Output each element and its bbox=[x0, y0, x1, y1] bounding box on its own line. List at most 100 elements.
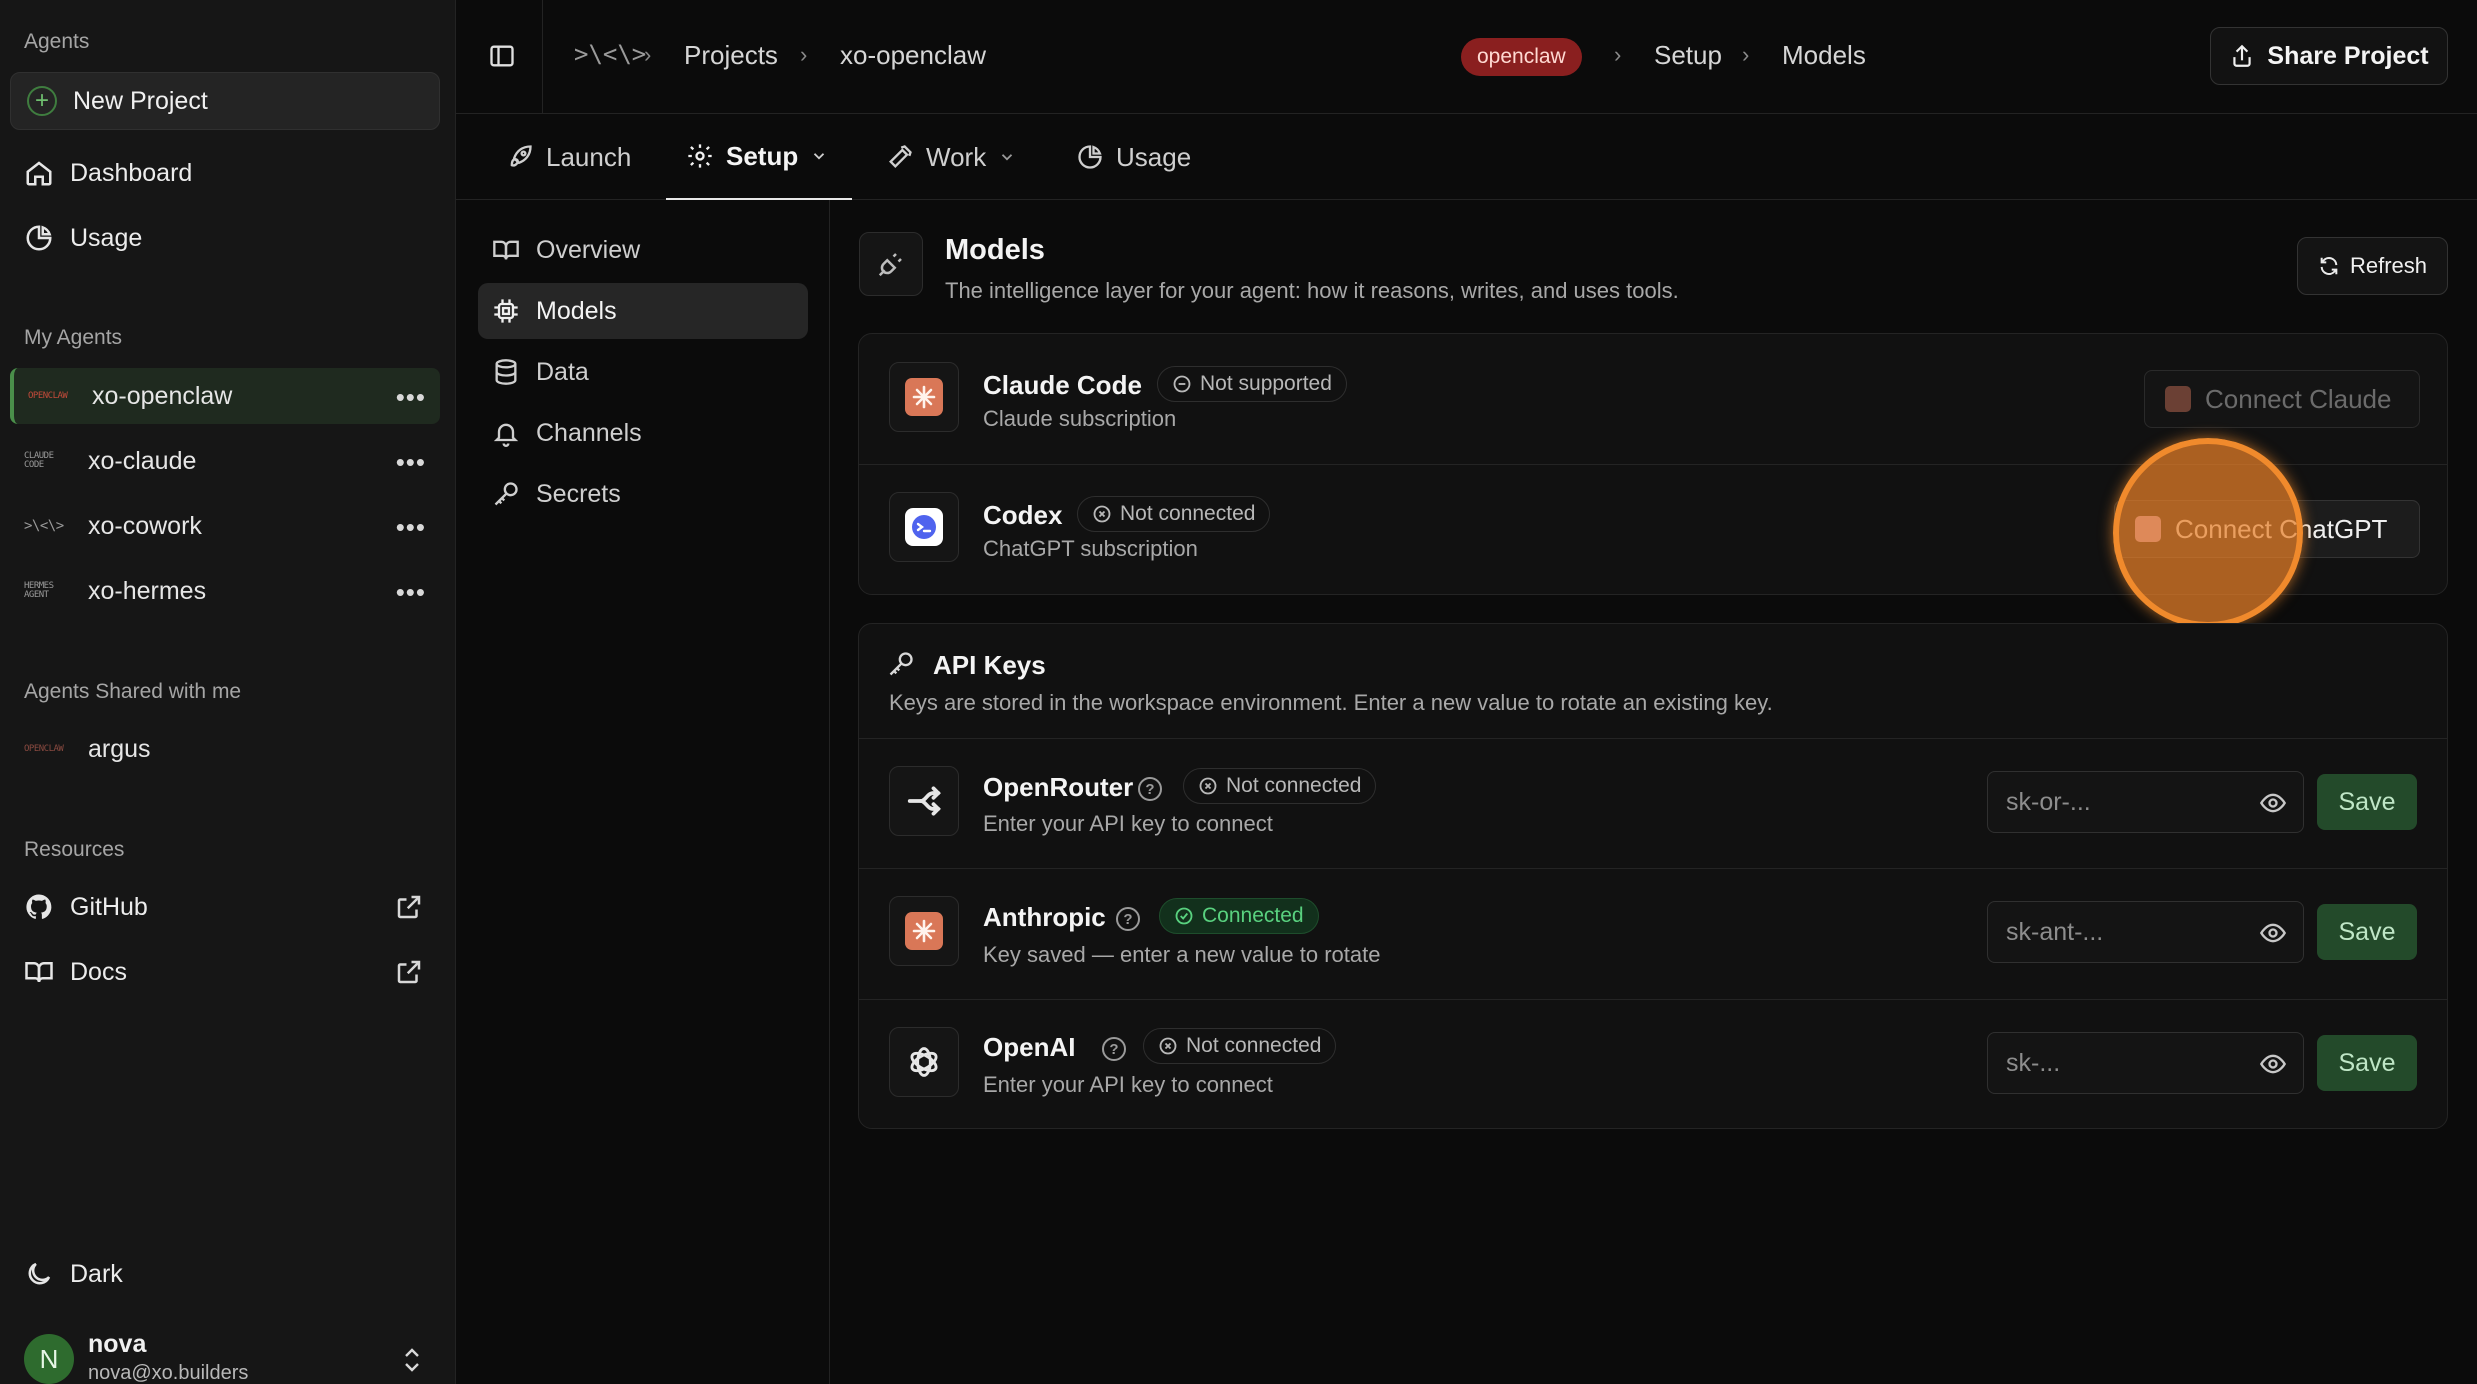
provider-name: Claude Code bbox=[983, 370, 1142, 400]
agent-item-xo-hermes[interactable]: HERMES AGENT xo-hermes ••• bbox=[10, 563, 440, 619]
share-project-label: Share Project bbox=[2267, 41, 2429, 70]
cpu-icon bbox=[492, 297, 520, 325]
tab-setup[interactable]: Setup bbox=[666, 114, 853, 200]
more-options-icon[interactable]: ••• bbox=[396, 577, 426, 608]
check-circle-icon bbox=[1174, 906, 1194, 926]
subnav-label: Channels bbox=[536, 418, 642, 447]
status-badge: Not connected bbox=[1077, 496, 1271, 532]
save-openrouter-button[interactable]: Save bbox=[2317, 774, 2417, 830]
subnav-item-channels[interactable]: Channels bbox=[478, 405, 808, 461]
openrouter-key-input[interactable]: sk-or-... bbox=[1987, 771, 2304, 833]
avatar: N bbox=[24, 1334, 74, 1384]
plus-icon: + bbox=[27, 86, 57, 116]
sidebar-item-label: Dashboard bbox=[70, 158, 193, 187]
provider-name: OpenAI bbox=[983, 1032, 1076, 1062]
breadcrumb-projects[interactable]: Projects bbox=[684, 40, 778, 71]
breadcrumb-project[interactable]: xo-openclaw bbox=[840, 40, 986, 71]
tab-label: Work bbox=[926, 141, 987, 172]
account-menu-chevron-icon[interactable] bbox=[400, 1346, 424, 1374]
agent-item-argus[interactable]: OPENCLAW argus bbox=[10, 721, 440, 777]
anthropic-key-input[interactable]: sk-ant-... bbox=[1987, 901, 2304, 963]
new-project-button[interactable]: + New Project bbox=[10, 72, 440, 130]
provider-name: OpenRouter bbox=[983, 772, 1134, 802]
workspace-logo[interactable]: >\<\> bbox=[574, 40, 646, 68]
more-options-icon[interactable]: ••• bbox=[396, 447, 426, 478]
help-icon[interactable]: ? bbox=[1138, 777, 1162, 801]
page-description: The intelligence layer for your agent: h… bbox=[945, 278, 1679, 303]
hammer-icon bbox=[886, 143, 914, 171]
eye-icon[interactable] bbox=[2259, 919, 2287, 947]
sidebar: Agents + New Project Dashboard Usage My … bbox=[0, 0, 456, 1384]
divider bbox=[859, 868, 2447, 869]
save-anthropic-button[interactable]: Save bbox=[2317, 904, 2417, 960]
tab-label: Launch bbox=[546, 141, 632, 172]
tab-usage[interactable]: Usage bbox=[1076, 114, 1191, 200]
theme-toggle[interactable]: Dark bbox=[10, 1247, 440, 1301]
status-badge: Not supported bbox=[1157, 366, 1347, 402]
provider-name: Anthropic bbox=[983, 902, 1106, 932]
chevron-right-icon: › bbox=[644, 42, 652, 67]
chevron-down-icon bbox=[810, 147, 828, 165]
sidebar-item-usage[interactable]: Usage bbox=[10, 211, 440, 265]
more-options-icon[interactable]: ••• bbox=[396, 512, 426, 543]
agent-item-xo-openclaw[interactable]: OPENCLAW xo-openclaw ••• bbox=[10, 368, 440, 424]
key-icon bbox=[492, 480, 520, 508]
provider-name: Codex bbox=[983, 500, 1063, 530]
help-icon[interactable]: ? bbox=[1116, 907, 1140, 931]
sidebar-item-dashboard[interactable]: Dashboard bbox=[10, 146, 440, 200]
x-circle-icon bbox=[1198, 776, 1218, 796]
resource-github-link[interactable]: GitHub bbox=[10, 880, 440, 934]
save-openai-button[interactable]: Save bbox=[2317, 1035, 2417, 1091]
claude-icon bbox=[2165, 386, 2191, 412]
project-type-badge: openclaw bbox=[1461, 38, 1582, 76]
agent-name: xo-claude bbox=[88, 446, 197, 475]
key-input-placeholder: sk-or-... bbox=[2006, 787, 2091, 816]
subnav-label: Models bbox=[536, 296, 617, 325]
claude-icon bbox=[889, 362, 959, 432]
eye-icon[interactable] bbox=[2259, 789, 2287, 817]
subnav-item-overview[interactable]: Overview bbox=[478, 222, 808, 278]
agent-name: xo-hermes bbox=[88, 576, 207, 605]
sidebar-item-label: Usage bbox=[70, 223, 143, 252]
openai-icon bbox=[889, 1027, 959, 1097]
agent-name: argus bbox=[88, 734, 151, 763]
agent-name: xo-openclaw bbox=[92, 381, 233, 410]
key-input-placeholder: sk-ant-... bbox=[2006, 917, 2104, 946]
new-project-label: New Project bbox=[73, 86, 208, 115]
provider-subtitle: Enter your API key to connect bbox=[983, 811, 1273, 836]
user-name: nova bbox=[88, 1330, 147, 1358]
agent-item-xo-claude[interactable]: CLAUDE CODE xo-claude ••• bbox=[10, 433, 440, 489]
openai-key-input[interactable]: sk-... bbox=[1987, 1032, 2304, 1094]
agent-item-xo-cowork[interactable]: >\<\> xo-cowork ••• bbox=[10, 498, 440, 554]
x-circle-icon bbox=[1158, 1036, 1178, 1056]
subnav-label: Data bbox=[536, 357, 589, 386]
share-project-button[interactable]: Share Project bbox=[2210, 27, 2448, 85]
resource-docs-link[interactable]: Docs bbox=[10, 945, 440, 999]
rocket-icon bbox=[506, 143, 534, 171]
eye-icon[interactable] bbox=[2259, 1050, 2287, 1078]
openclaw-logo: OPENCLAW bbox=[28, 390, 68, 401]
breadcrumb-setup[interactable]: Setup bbox=[1654, 40, 1722, 71]
chevron-down-icon bbox=[998, 148, 1016, 166]
sidebar-toggle-icon[interactable] bbox=[488, 42, 516, 70]
tab-work[interactable]: Work bbox=[886, 114, 1016, 200]
subnav-item-models[interactable]: Models bbox=[478, 283, 808, 339]
subnav-item-secrets[interactable]: Secrets bbox=[478, 466, 808, 522]
agent-name: xo-cowork bbox=[88, 511, 202, 540]
user-email: nova@xo.builders bbox=[88, 1362, 249, 1384]
help-icon[interactable]: ? bbox=[1102, 1037, 1126, 1061]
subnav-item-data[interactable]: Data bbox=[478, 344, 808, 400]
github-icon bbox=[24, 892, 54, 922]
divider bbox=[859, 999, 2447, 1000]
refresh-button[interactable]: Refresh bbox=[2297, 237, 2448, 295]
more-options-icon[interactable]: ••• bbox=[396, 382, 426, 413]
openrouter-icon bbox=[889, 766, 959, 836]
hermes-logo: HERMES AGENT bbox=[24, 581, 54, 600]
chevron-right-icon: › bbox=[1614, 42, 1622, 67]
connect-label: Connect Claude bbox=[2205, 383, 2392, 414]
provider-subtitle: Enter your API key to connect bbox=[983, 1072, 1273, 1097]
x-circle-icon bbox=[1092, 504, 1112, 524]
connect-claude-button[interactable]: Connect Claude bbox=[2144, 370, 2420, 428]
tab-launch[interactable]: Launch bbox=[506, 114, 631, 200]
pie-chart-icon bbox=[24, 223, 54, 253]
